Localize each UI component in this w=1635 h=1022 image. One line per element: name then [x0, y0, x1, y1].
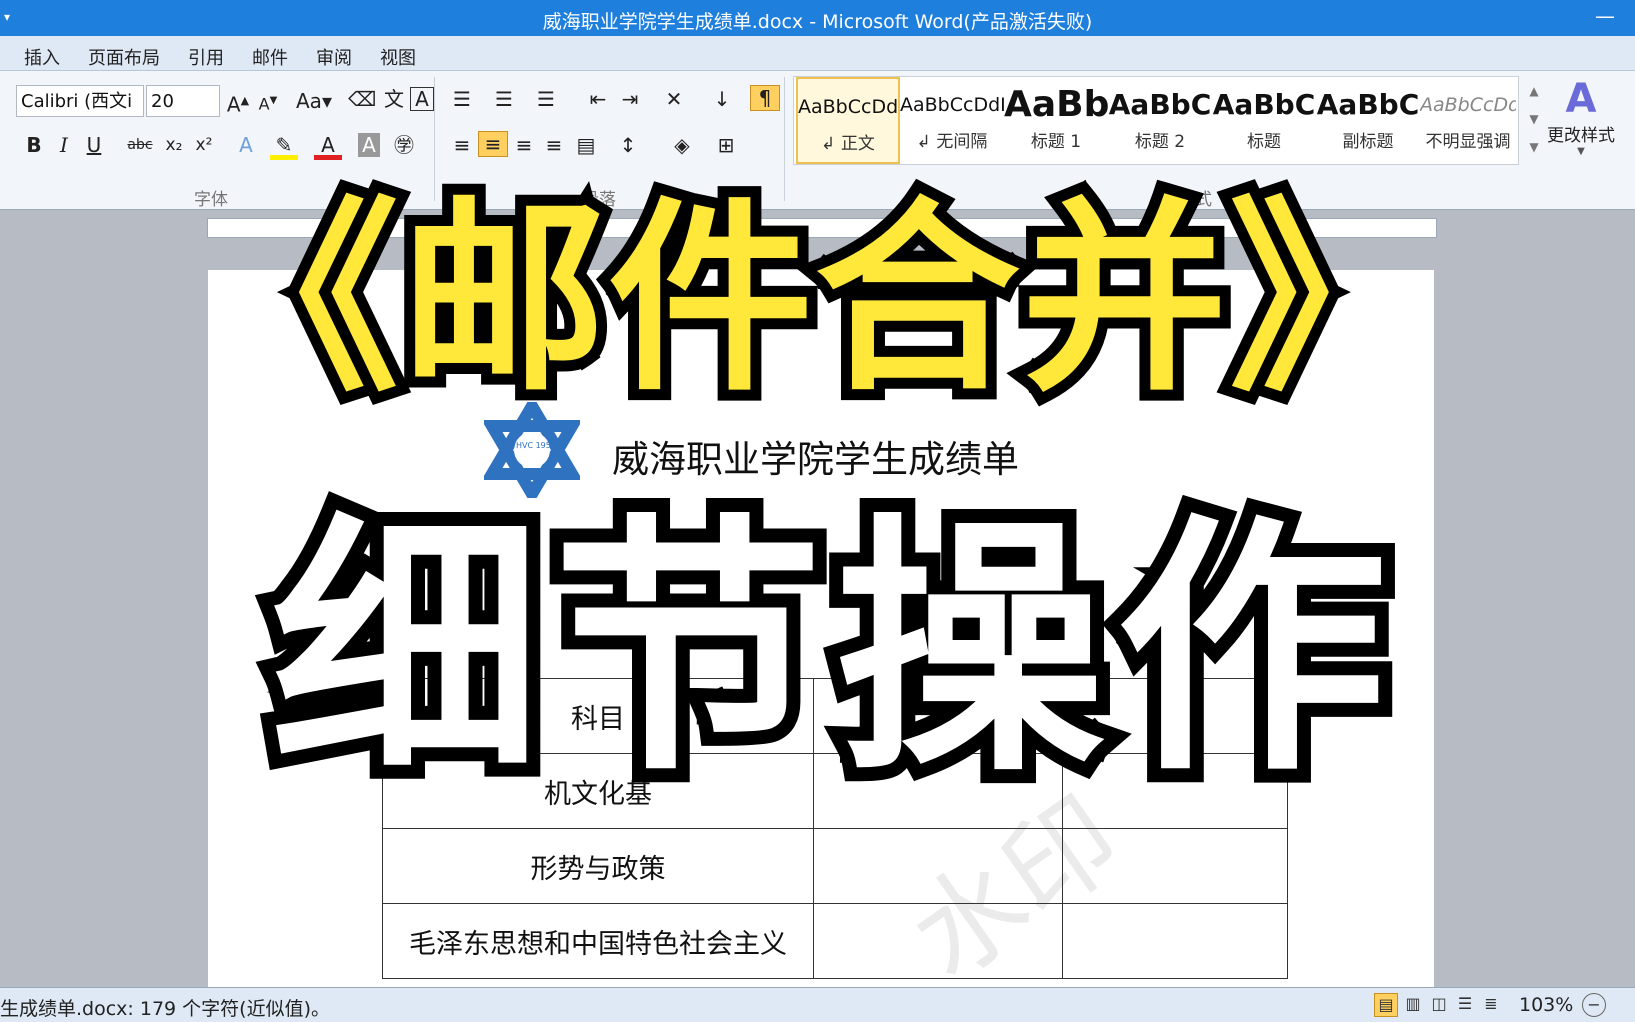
- tab-mailings[interactable]: 邮件: [252, 44, 288, 70]
- char-shading-icon[interactable]: A: [358, 133, 380, 157]
- sort-icon[interactable]: ↓: [708, 87, 736, 111]
- tab-view[interactable]: 视图: [380, 44, 416, 70]
- char-border-icon[interactable]: A: [410, 87, 434, 111]
- logo-text: WHVC 1958: [508, 441, 556, 450]
- chevron-down-icon: ▼: [1577, 146, 1585, 157]
- ribbon-tabs: 插入 页面布局 引用 邮件 审阅 视图: [0, 36, 1635, 71]
- style-sample: AaBbC: [1108, 88, 1212, 121]
- style-heading-1[interactable]: AaBb 标题 1: [1004, 77, 1108, 164]
- style-subtle-emphasis[interactable]: AaBbCcDd 不明显强调: [1420, 77, 1516, 164]
- web-layout-icon[interactable]: ◫: [1428, 993, 1450, 1015]
- print-layout-icon[interactable]: ▤: [1374, 993, 1398, 1017]
- style-heading-2[interactable]: AaBbC 标题 2: [1108, 77, 1212, 164]
- style-normal[interactable]: AaBbCcDdI ↲ 正文: [796, 77, 900, 164]
- style-no-spacing[interactable]: AaBbCcDdI ↲ 无间隔: [900, 77, 1004, 164]
- bullets-icon[interactable]: ☰: [448, 87, 476, 111]
- table-cell[interactable]: [1062, 828, 1288, 904]
- table-cell[interactable]: [1062, 903, 1288, 979]
- overlay-subline: 细节操作: [257, 491, 1401, 809]
- style-sample: AaBb: [1004, 84, 1108, 125]
- shrink-font-icon[interactable]: A▼: [254, 89, 282, 116]
- line-spacing-icon[interactable]: ↕: [614, 133, 642, 157]
- overlay-headline: 《邮件合并》: [183, 170, 1445, 430]
- status-doc-info: 生成绩单.docx: 179 个字符(近似值)。: [0, 998, 330, 1020]
- multilevel-list-icon[interactable]: ☰: [532, 87, 560, 111]
- tab-review[interactable]: 审阅: [316, 44, 352, 70]
- style-sample: AaBbC: [1212, 88, 1316, 121]
- outline-view-icon[interactable]: ☰: [1454, 993, 1476, 1015]
- distribute-icon[interactable]: ▤: [572, 133, 600, 157]
- text-effects-icon[interactable]: A: [232, 133, 260, 157]
- change-case-icon[interactable]: Aa▾: [296, 89, 332, 113]
- font-size-combo[interactable]: 20: [146, 85, 220, 117]
- reading-layout-icon[interactable]: ▥: [1402, 993, 1424, 1015]
- highlight-icon[interactable]: ✎: [270, 133, 298, 160]
- style-label: 不明显强调: [1425, 132, 1511, 152]
- borders-icon[interactable]: ⊞: [712, 133, 740, 157]
- align-center-icon[interactable]: ≡: [478, 131, 508, 157]
- table-cell[interactable]: [813, 903, 1063, 979]
- style-label: 标题 1: [1030, 132, 1082, 152]
- tab-insert[interactable]: 插入: [24, 44, 60, 70]
- subscript-icon[interactable]: x₂: [160, 133, 188, 157]
- shading-icon[interactable]: ◈: [668, 133, 696, 157]
- decrease-indent-icon[interactable]: ⇤: [584, 87, 612, 111]
- enclose-char-icon[interactable]: ㊫: [390, 133, 418, 157]
- superscript-icon[interactable]: x²: [190, 133, 218, 157]
- table-cell[interactable]: [813, 828, 1063, 904]
- styles-gallery: AaBbCcDdI ↲ 正文 AaBbCcDdI ↲ 无间隔 AaBb 标题 1…: [793, 76, 1519, 165]
- style-label: 标题: [1247, 132, 1281, 152]
- style-label: 副标题: [1342, 132, 1394, 152]
- justify-icon[interactable]: ≡: [540, 133, 568, 157]
- clear-format-icon[interactable]: ⌫: [348, 87, 376, 111]
- style-sample: AaBbC: [1316, 88, 1420, 121]
- window-title: 威海职业学院学生成绩单.docx - Microsoft Word(产品激活失败…: [542, 11, 1093, 33]
- table-cell[interactable]: 形势与政策: [382, 828, 814, 904]
- change-styles-label: 更改样式: [1547, 126, 1615, 146]
- font-name-combo[interactable]: Calibri (西文i: [16, 85, 144, 117]
- italic-icon[interactable]: I: [50, 133, 78, 157]
- zoom-level[interactable]: 103%: [1519, 994, 1573, 1016]
- change-styles-button[interactable]: A 更改样式 ▼: [1541, 77, 1621, 177]
- strikethrough-icon[interactable]: abc: [126, 133, 154, 157]
- document-title: 威海职业学院学生成绩单: [612, 438, 1019, 481]
- style-sample: AaBbCcDdI: [900, 94, 1004, 116]
- style-label: ↲ 正文: [821, 134, 875, 154]
- tab-references[interactable]: 引用: [188, 44, 224, 70]
- bold-icon[interactable]: B: [20, 133, 48, 157]
- underline-icon[interactable]: U: [80, 133, 108, 157]
- style-sample: AaBbCcDd: [1420, 94, 1516, 116]
- table-cell[interactable]: 毛泽东思想和中国特色社会主义: [382, 903, 814, 979]
- table-row: 毛泽东思想和中国特色社会主义: [382, 903, 1288, 979]
- draft-view-icon[interactable]: ≣: [1480, 993, 1502, 1015]
- minimize-button[interactable]: —: [1595, 4, 1615, 28]
- table-row: 形势与政策: [382, 828, 1288, 904]
- font-color-icon[interactable]: A: [314, 133, 342, 160]
- tab-page-layout[interactable]: 页面布局: [88, 44, 160, 70]
- style-label: 标题 2: [1134, 132, 1186, 152]
- style-label: ↲ 无间隔: [916, 132, 988, 152]
- style-title[interactable]: AaBbC 标题: [1212, 77, 1316, 164]
- show-marks-icon[interactable]: ¶: [750, 85, 780, 111]
- grow-font-icon[interactable]: A▲: [224, 89, 252, 117]
- zoom-out-icon[interactable]: −: [1582, 993, 1606, 1017]
- align-right-icon[interactable]: ≡: [510, 133, 538, 157]
- change-styles-icon: A: [1565, 76, 1597, 122]
- align-left-icon[interactable]: ≡: [448, 133, 476, 157]
- numbering-icon[interactable]: ☰: [490, 87, 518, 111]
- style-subtitle[interactable]: AaBbC 副标题: [1316, 77, 1420, 164]
- style-sample: AaBbCcDdI: [798, 96, 900, 118]
- increase-indent-icon[interactable]: ⇥: [616, 87, 644, 111]
- chinese-layout-icon[interactable]: ✕: [660, 87, 688, 111]
- phonetic-guide-icon[interactable]: 文: [380, 87, 408, 111]
- title-bar: ▾ 威海职业学院学生成绩单.docx - Microsoft Word(产品激活…: [0, 0, 1635, 36]
- status-bar: 生成绩单.docx: 179 个字符(近似值)。 ▤ ▥ ◫ ☰ ≣ 103% …: [0, 987, 1635, 1022]
